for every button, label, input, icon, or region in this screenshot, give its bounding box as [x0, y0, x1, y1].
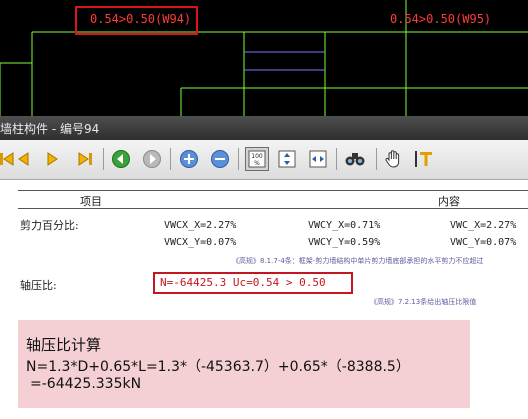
- fit-width-icon: [309, 150, 327, 168]
- fit-width-button[interactable]: [307, 148, 329, 170]
- toolbar-separator: [103, 148, 104, 170]
- column-header-content: 内容: [438, 195, 460, 208]
- table-top-rule: [18, 190, 528, 191]
- hand-tool-icon: [385, 150, 400, 168]
- find-button[interactable]: [344, 148, 366, 170]
- fit-page-icon: [278, 150, 296, 168]
- axial-calc-panel: 轴压比计算 N=1.3*D+0.65*L=1.3*（-45363.7）+0.65…: [18, 320, 470, 408]
- shear-value-vwc-y: VWC_Y=0.07%: [450, 237, 517, 248]
- fit-page-button[interactable]: [276, 148, 298, 170]
- hand-tool-button[interactable]: [383, 148, 405, 170]
- svg-text:%: %: [254, 160, 260, 167]
- shear-value-vwcx-y: VWCX_Y=0.07%: [164, 237, 237, 248]
- viewer-toolbar: 100%: [0, 140, 528, 180]
- toolbar-separator: [336, 148, 337, 170]
- table-header-rule: [18, 208, 528, 209]
- axial-code-note: 《高规》7.2.13条给出轴压比限值: [370, 298, 477, 306]
- zoom-out-button[interactable]: [209, 148, 231, 170]
- forward-button[interactable]: [141, 148, 163, 170]
- next-page-button[interactable]: [42, 148, 64, 170]
- toolbar-separator: [238, 148, 239, 170]
- window-title-bar[interactable]: 墙柱构件 - 编号94: [0, 116, 528, 140]
- text-select-icon: [415, 151, 432, 167]
- axial-ratio-value: N=-64425.3 Uc=0.54 > 0.50: [160, 276, 326, 289]
- zoom-in-icon: [180, 150, 198, 168]
- window-title: 墙柱构件 - 编号94: [0, 122, 100, 136]
- back-button[interactable]: [110, 148, 132, 170]
- prev-page-icon: [18, 152, 29, 166]
- prev-page-button[interactable]: [12, 148, 34, 170]
- column-header-item: 项目: [80, 195, 102, 208]
- wall-w95-axial-ratio-label: 0.54>0.50(W95): [390, 12, 492, 26]
- document-page[interactable]: 项目 内容 剪力百分比: VWCX_X=2.27% VWCY_X=0.71% V…: [0, 180, 528, 419]
- text-select-button[interactable]: [413, 148, 435, 170]
- shear-value-vwc-x: VWC_X=2.27%: [450, 220, 517, 231]
- forward-icon: [143, 150, 161, 168]
- calc-result: =-64425.335kN: [30, 376, 142, 392]
- actual-size-icon: 100%: [248, 150, 266, 168]
- shear-value-vwcy-y: VWCY_Y=0.59%: [308, 237, 381, 248]
- find-icon: [345, 153, 365, 166]
- cad-drawing-view[interactable]: 0.54>0.50(W94) 0.54>0.50(W95): [0, 0, 528, 116]
- last-page-button[interactable]: [74, 148, 96, 170]
- calc-title: 轴压比计算: [26, 336, 102, 354]
- toolbar-separator: [170, 148, 171, 170]
- axial-ratio-label: 轴压比:: [20, 279, 57, 292]
- back-icon: [112, 150, 130, 168]
- toolbar-separator: [376, 148, 377, 170]
- shear-value-vwcy-x: VWCY_X=0.71%: [308, 220, 381, 231]
- shear-value-vwcx-x: VWCX_X=2.27%: [164, 220, 237, 231]
- next-page-icon: [47, 152, 58, 166]
- highlight-box: [75, 6, 198, 35]
- shear-code-note: 《高规》8.1.7-4条：框架-剪力墙结构中单片剪力墙底部承担的水平剪力不应超过: [232, 257, 484, 265]
- zoom-out-icon: [211, 150, 229, 168]
- actual-size-label: 100: [251, 153, 263, 160]
- actual-size-button[interactable]: 100%: [245, 147, 269, 171]
- last-page-icon: [78, 152, 92, 166]
- shear-percentage-label: 剪力百分比:: [20, 219, 79, 232]
- zoom-in-button[interactable]: [178, 148, 200, 170]
- calc-formula: N=1.3*D+0.65*L=1.3*（-45363.7）+0.65*（-838…: [26, 359, 410, 375]
